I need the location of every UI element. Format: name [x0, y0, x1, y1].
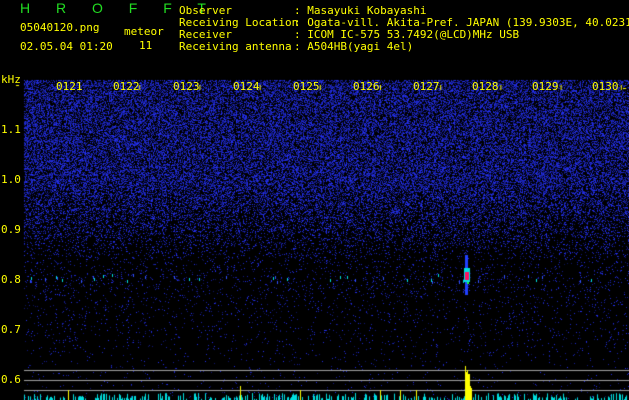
y-tick: 0.6 — [1, 373, 21, 386]
x-tick: 0130 — [592, 80, 619, 93]
antenna-value: : A504HB(yagi 4el) — [294, 40, 414, 53]
y-tick: 0.8 — [1, 273, 21, 286]
antenna-label: Receiving antenna — [179, 40, 292, 53]
y-tick: 0.9 — [1, 223, 21, 236]
meteor-count: 11 — [139, 39, 153, 52]
datetime: 02.05.04 01:20 — [20, 40, 113, 53]
y-tick: 1.1 — [1, 123, 21, 136]
spectrogram — [0, 0, 629, 400]
meteor-label: meteor — [124, 25, 164, 38]
x-tick: 0128 — [472, 80, 499, 93]
x-tick: 0122 — [113, 80, 140, 93]
y-tick: 0.7 — [1, 323, 21, 336]
x-tick: 0127 — [413, 80, 440, 93]
y-tick: 1.0 — [1, 173, 21, 186]
x-tick: 0125 — [293, 80, 320, 93]
x-tick: 0124 — [233, 80, 260, 93]
x-tick: 0129 — [532, 80, 559, 93]
x-tick: 0126 — [353, 80, 380, 93]
file-name: 05040120.png — [20, 21, 100, 34]
x-tick: 0121 — [56, 80, 83, 93]
x-tick: 0123 — [173, 80, 200, 93]
y-unit: kHz — [1, 73, 21, 86]
